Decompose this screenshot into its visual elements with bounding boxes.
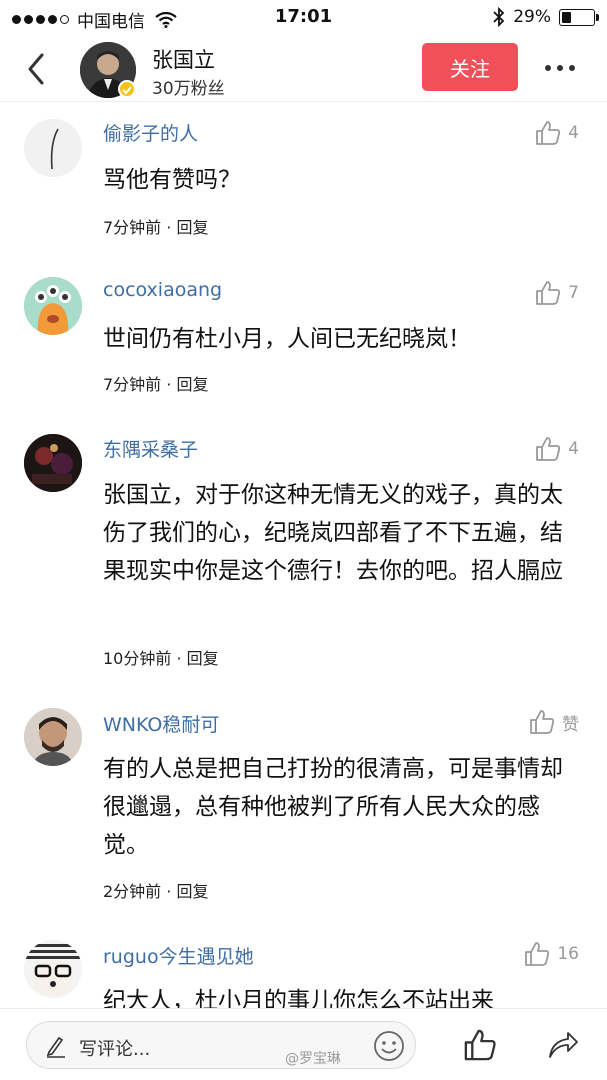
battery-level (562, 11, 571, 23)
dark-photo-avatar-image (24, 434, 82, 492)
status-bar: 中国电信 17:01 29% (0, 0, 607, 36)
commenter-name[interactable]: 偷影子的人 (103, 119, 198, 146)
comment-time: 7分钟前 (103, 218, 162, 237)
commenter-avatar[interactable] (24, 708, 82, 766)
comment-like-button[interactable]: 4 (534, 435, 579, 463)
reply-button[interactable]: 回复 (176, 218, 208, 237)
commenter-avatar[interactable] (24, 119, 82, 177)
comment-text: 骂他有赞吗？ (103, 167, 241, 193)
thumbs-up-icon (536, 281, 561, 305)
comment-meta: 7分钟前 · 回复 (103, 371, 208, 395)
comment-list[interactable]: 偷影子的人 4 骂他有赞吗？ 7分钟前 · 回复 cocoxiaoang 7 世… (0, 102, 607, 1008)
commenter-avatar[interactable] (24, 434, 82, 492)
monster-avatar-image (24, 277, 82, 335)
smiley-icon[interactable] (373, 1030, 405, 1062)
commenter-avatar[interactable] (24, 277, 82, 335)
meta-separator: · (166, 218, 177, 237)
thumbs-up-icon (525, 942, 550, 966)
thumbs-up-icon[interactable] (462, 1027, 498, 1063)
comment-time: 10分钟前 (103, 649, 172, 668)
comment-text: 张国立，对于你这种无情无义的戏子，真的太伤了我们的心，纪晓岚四部看了不下五遍，结… (103, 482, 563, 584)
commenter-name[interactable]: ruguo今生遇见她 (103, 942, 254, 969)
reply-button[interactable]: 回复 (176, 375, 208, 394)
bottom-comment-bar: 写评论... (0, 1008, 607, 1080)
reply-button[interactable]: 回复 (176, 882, 208, 901)
more-dots-icon[interactable] (540, 50, 580, 86)
meta-separator: · (176, 649, 187, 668)
commenter-name[interactable]: 东隅采桑子 (103, 435, 198, 462)
like-count: 7 (568, 283, 579, 303)
comment-time: 7分钟前 (103, 375, 162, 394)
battery-percent: 29% (513, 7, 551, 27)
comment-time: 2分钟前 (103, 882, 162, 901)
back-chevron-icon[interactable] (22, 50, 52, 88)
man-photo-avatar-image (24, 708, 82, 766)
comment-text: 有的人总是把自己打扮的很清高，可是事情却很邋遢，总有种他被判了所有人民大众的感觉… (103, 756, 563, 858)
comment-input[interactable]: 写评论... (26, 1021, 416, 1069)
comment-meta: 2分钟前 · 回复 (103, 878, 208, 902)
author-fans-count: 30万粉丝 (152, 79, 225, 99)
like-count: 4 (568, 123, 579, 143)
comment-like-button[interactable]: 赞 (528, 708, 579, 736)
thumbs-up-icon (536, 121, 561, 145)
commenter-name[interactable]: cocoxiaoang (103, 279, 222, 301)
dog-avatar-image (24, 940, 82, 998)
meta-separator: · (166, 882, 177, 901)
comment-input-placeholder: 写评论... (79, 1039, 151, 1060)
comment-like-button[interactable]: 16 (523, 940, 579, 968)
thumbs-up-icon (536, 437, 561, 461)
author-name[interactable]: 张国立 (152, 44, 215, 74)
reply-button[interactable]: 回复 (187, 649, 219, 668)
share-arrow-icon[interactable] (546, 1027, 580, 1061)
comment-meta: 10分钟前 · 回复 (103, 645, 219, 669)
comment-text: 世间仍有杜小月，人间已无纪晓岚！ (103, 326, 471, 352)
status-right: 29% (493, 7, 599, 27)
sketch-avatar-image (24, 119, 82, 177)
comment-like-button[interactable]: 7 (534, 279, 579, 307)
pen-icon (46, 1036, 65, 1058)
like-label: 赞 (562, 714, 579, 735)
thumbs-up-icon (530, 710, 555, 734)
bluetooth-icon (493, 7, 505, 27)
commenter-name[interactable]: WNKO稳耐可 (103, 710, 219, 737)
follow-button[interactable]: 关注 (422, 43, 518, 91)
comment-like-button[interactable]: 4 (534, 119, 579, 147)
weibo-watermark: @罗宝琳 (285, 1051, 341, 1067)
comment-text: 纪大人，杜小月的事儿你怎么不站出来 (103, 988, 494, 1008)
battery-icon (559, 8, 599, 26)
meta-separator: · (166, 375, 177, 394)
like-count: 4 (568, 439, 579, 459)
like-count: 16 (557, 944, 579, 964)
verified-badge-icon (118, 80, 136, 98)
article-header: 张国立 30万粉丝 关注 (0, 36, 607, 102)
commenter-avatar[interactable] (24, 940, 82, 998)
comment-meta: 7分钟前 · 回复 (103, 214, 208, 238)
